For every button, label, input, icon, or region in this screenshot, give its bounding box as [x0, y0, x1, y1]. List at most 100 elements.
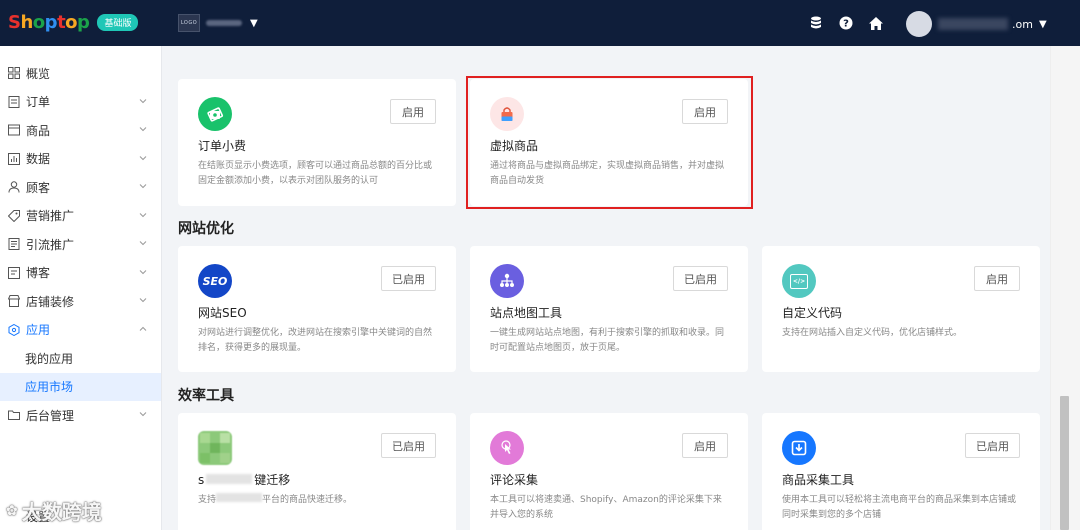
enabled-button[interactable]: 已启用 [673, 266, 728, 291]
app-card-order-fee[interactable]: 启用 订单小费 在结账页显示小费选项，顾客可以通过商品总额的百分比或固定金额添加… [178, 79, 456, 206]
section-title-efficiency: 效率工具 [178, 388, 234, 404]
sidebar-subitem-my-apps[interactable]: 我的应用 [0, 344, 161, 373]
store-logo: LOGO [178, 14, 200, 32]
sidebar-item-label: 后台管理 [26, 408, 75, 423]
scrollbar-thumb[interactable] [1060, 396, 1069, 530]
sidebar-item-label: 商品 [26, 123, 51, 138]
sidebar-item-data[interactable]: 数据 [0, 145, 161, 174]
app-description: 使用本工具可以轻松将主流电商平台的商品采集到本店铺或同时采集到您的多个店铺 [782, 495, 1017, 520]
watermark-logo-icon: ✿ [6, 502, 18, 519]
section-title-seo: 网站优化 [178, 221, 234, 237]
tag-icon [8, 209, 20, 222]
app-title: 商品采集工具 [782, 473, 855, 487]
app-title: 订单小费 [198, 139, 247, 153]
money-icon [198, 97, 232, 131]
user-name-redacted [938, 18, 1008, 30]
sidebar-item-label: 引流推广 [26, 237, 75, 252]
chevron-down-icon [139, 127, 147, 132]
user-domain: .om [1012, 17, 1033, 31]
sidebar-item-store-design[interactable]: 店铺装修 [0, 287, 161, 316]
sidebar-subitem-label: 我的应用 [25, 351, 74, 366]
brand[interactable]: Shoptop 基础版 [8, 12, 139, 33]
app-card-review-collect[interactable]: 启用 评论采集 本工具可以将速卖通、Shopify、Amazon的评论采集下来并… [470, 413, 748, 530]
blog-icon [8, 266, 20, 279]
app-description: 在结账页显示小费选项，顾客可以通过商品总额的百分比或固定金额添加小费，以表示对团… [198, 161, 433, 186]
sidebar-item-products[interactable]: 商品 [0, 116, 161, 145]
sidebar-item-overview[interactable]: 概览 [0, 59, 161, 88]
app-description: 支持在网站插入自定义代码，优化店铺样式。 [782, 328, 963, 338]
sidebar-item-label: 概览 [26, 66, 51, 81]
migrate-icon [198, 431, 232, 465]
watermark: ✿ 大数跨境 [6, 500, 102, 524]
sidebar-item-admin[interactable]: 后台管理 [0, 401, 161, 430]
app-card-migrate[interactable]: 已启用 s 键迁移 支持 平台的商品快速迁移。 [178, 413, 456, 530]
product-icon [8, 124, 20, 136]
app-icon [8, 323, 20, 336]
chevron-down-icon [139, 241, 147, 246]
chevron-down-icon [139, 269, 147, 274]
dashboard-icon [8, 67, 20, 80]
help-icon[interactable]: ? [838, 15, 854, 31]
user-icon [8, 181, 20, 193]
sidebar-item-apps[interactable]: 应用 [0, 316, 161, 345]
app-description: 支持 平台的商品快速迁移。 [198, 493, 353, 505]
store-switcher[interactable]: LOGO ▼ [178, 14, 258, 32]
brand-logo: Shoptop [8, 12, 90, 33]
sitemap-icon [490, 264, 524, 298]
sidebar-item-label: 营销推广 [26, 209, 75, 224]
chevron-down-icon [139, 212, 147, 217]
folder-icon [8, 410, 20, 421]
enable-button[interactable]: 启用 [974, 266, 1020, 291]
order-icon [8, 95, 20, 108]
scrollbar-track[interactable] [1050, 46, 1080, 530]
enabled-button[interactable]: 已启用 [381, 433, 436, 458]
code-icon: </> [782, 264, 816, 298]
avatar [906, 11, 932, 37]
sidebar-item-label: 应用 [26, 323, 51, 338]
app-card-custom-code[interactable]: </> 启用 自定义代码 支持在网站插入自定义代码，优化店铺样式。 [762, 246, 1040, 372]
sidebar-item-label: 博客 [26, 266, 51, 281]
sidebar-item-orders[interactable]: 订单 [0, 88, 161, 117]
app-description: 本工具可以将速卖通、Shopify、Amazon的评论采集下来并导入您的系统 [490, 495, 722, 520]
app-card-seo[interactable]: SEO 已启用 网站SEO 对网站进行调整优化，改进网站在搜索引擎中关键词的自然… [178, 246, 456, 372]
sidebar-item-label: 顾客 [26, 180, 51, 195]
enable-button[interactable]: 启用 [390, 99, 436, 124]
plan-badge: 基础版 [97, 14, 139, 31]
chevron-up-icon [139, 326, 147, 331]
sidebar-item-traffic[interactable]: 引流推广 [0, 230, 161, 259]
enabled-button[interactable]: 已启用 [381, 266, 436, 291]
app-card-product-collect[interactable]: 已启用 商品采集工具 使用本工具可以轻松将主流电商平台的商品采集到本店铺或同时采… [762, 413, 1040, 530]
caret-down-icon: ▼ [1038, 18, 1047, 30]
user-menu[interactable]: .om ▼ [906, 11, 1047, 37]
app-card-sitemap[interactable]: 已启用 站点地图工具 一键生成网站站点地图，有利于搜索引擎的抓取和收录。同时可配… [470, 246, 748, 372]
sidebar-subitem-app-market[interactable]: 应用市场 [0, 372, 161, 401]
highlight-box [466, 76, 753, 209]
seo-icon: SEO [198, 264, 232, 298]
app-description: 一键生成网站站点地图，有利于搜索引擎的抓取和收录。同时可配置站点地图页，放于页尾… [490, 328, 725, 353]
sidebar-item-label: 订单 [26, 95, 51, 110]
home-icon[interactable] [868, 15, 884, 31]
app-title: s 键迁移 [198, 473, 291, 487]
chevron-down-icon [139, 412, 147, 417]
sidebar-item-blog[interactable]: 博客 [0, 259, 161, 288]
chevron-down-icon [139, 155, 147, 160]
chevron-down-icon [139, 184, 147, 189]
sidebar-item-customers[interactable]: 顾客 [0, 173, 161, 202]
app-title: 评论采集 [490, 473, 539, 487]
store-name-redacted [206, 20, 242, 26]
top-bar: Shoptop 基础版 LOGO ▼ ? .om ▼ [0, 0, 1080, 46]
enabled-button[interactable]: 已启用 [965, 433, 1020, 458]
database-icon[interactable] [808, 15, 824, 31]
sidebar-item-marketing[interactable]: 营销推广 [0, 202, 161, 231]
sidebar-item-label: 数据 [26, 152, 51, 167]
chevron-down-icon [139, 298, 147, 303]
store-icon [8, 295, 20, 308]
enable-button[interactable]: 启用 [682, 433, 728, 458]
chevron-down-icon [139, 98, 147, 103]
svg-text:?: ? [843, 19, 849, 30]
chart-icon [8, 152, 20, 165]
top-icons: ? [808, 15, 884, 31]
download-icon [782, 431, 816, 465]
traffic-icon [8, 238, 20, 251]
sidebar: 概览 订单 商品 数据 顾客 营销推广 引流推广 博客 店铺装修 应用 我的应用… [0, 46, 162, 530]
